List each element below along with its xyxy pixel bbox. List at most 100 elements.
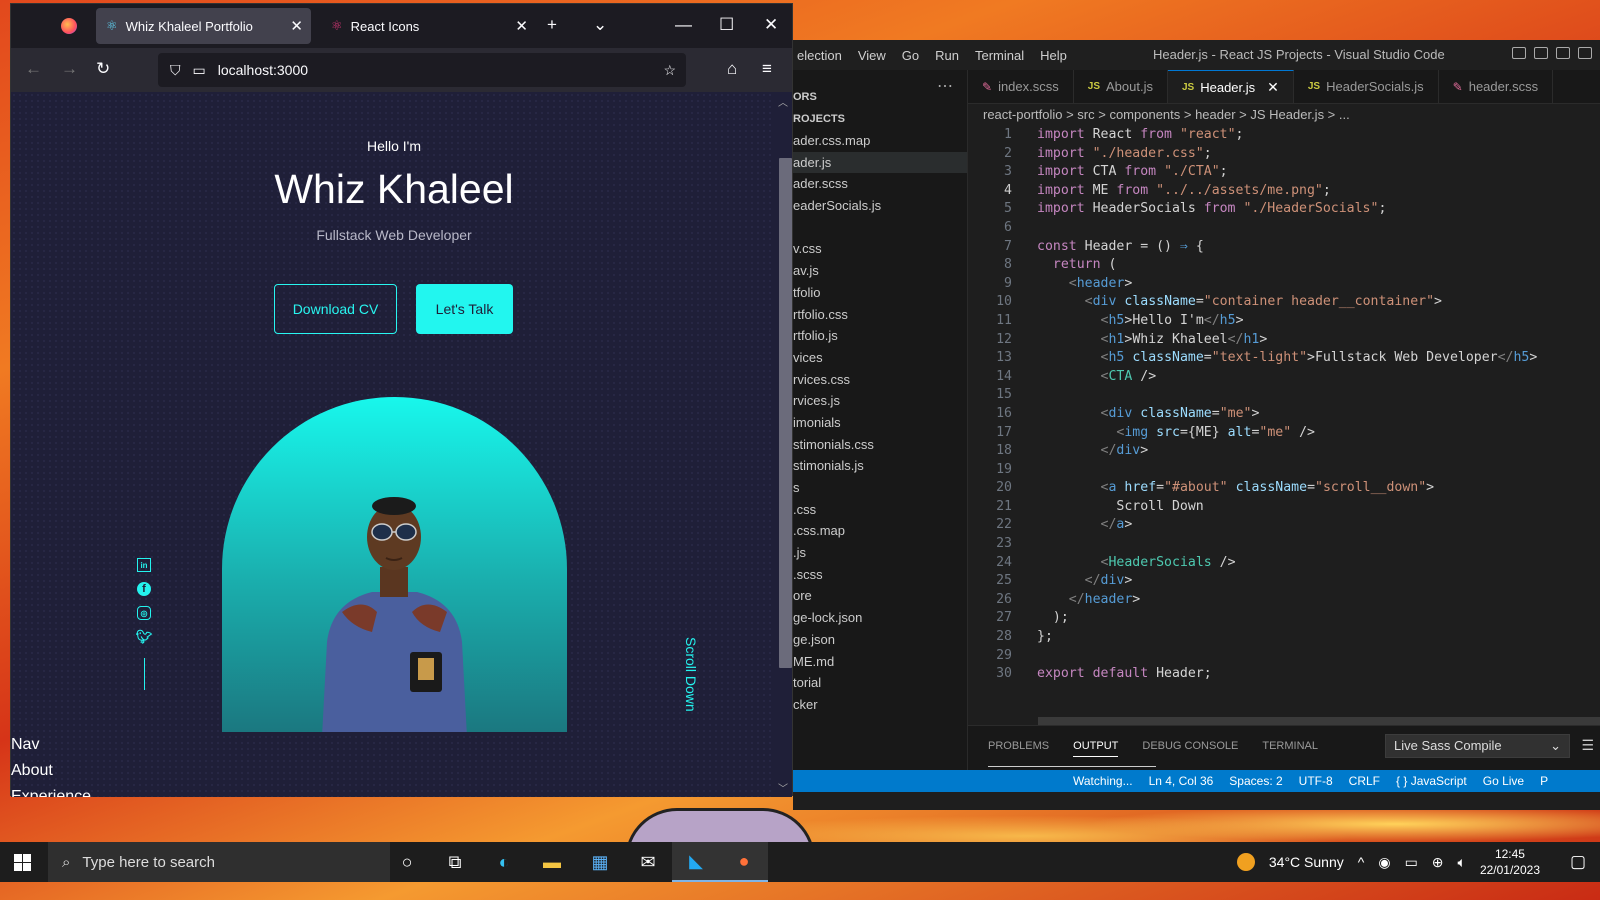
file-tree-item[interactable]: stimonials.css — [793, 434, 967, 456]
page-scrollbar[interactable]: ︿ ﹀ — [775, 92, 792, 797]
list-tabs-icon[interactable]: ⌄ — [593, 15, 607, 35]
store-icon[interactable]: ▦ — [576, 842, 624, 882]
menu-help[interactable]: Help — [1040, 48, 1067, 63]
code-line[interactable]: 12 <h1>Whiz Khaleel</h1> — [968, 331, 1600, 350]
file-tree-item[interactable] — [793, 217, 967, 239]
code-line[interactable]: 5 import HeaderSocials from "./HeaderSoci… — [968, 200, 1600, 219]
tab-header-scss[interactable]: ✎ header.scss — [1439, 70, 1554, 103]
code-line[interactable]: 29 — [968, 647, 1600, 666]
tab-portfolio[interactable]: ⚛ Whiz Khaleel Portfolio ✕ — [96, 8, 311, 44]
file-tree-item[interactable]: vices — [793, 347, 967, 369]
panel-tab-problems[interactable]: PROBLEMS — [988, 740, 1049, 757]
notification-icon[interactable]: ▢ — [1570, 852, 1586, 872]
code-line[interactable]: 24 <HeaderSocials /> — [968, 554, 1600, 573]
file-tree-item[interactable]: rvices.css — [793, 369, 967, 391]
code-line[interactable]: 4 import ME from "../../assets/me.png"; — [968, 182, 1600, 201]
customize-layout-icon[interactable] — [1578, 47, 1592, 59]
code-line[interactable]: 27 ); — [968, 609, 1600, 628]
lets-talk-button[interactable]: Let's Talk — [416, 284, 513, 334]
status-watching[interactable]: Watching... — [1073, 774, 1133, 788]
output-channel-select[interactable]: Live Sass Compile ⌄ — [1385, 734, 1570, 758]
tab-headersocials-js[interactable]: JS HeaderSocials.js — [1294, 70, 1439, 103]
windows-start-icon[interactable] — [14, 854, 31, 871]
panel-tab-output[interactable]: OUTPUT — [1073, 740, 1119, 757]
file-tree-item[interactable]: rvices.js — [793, 390, 967, 412]
code-line[interactable]: 16 <div className="me"> — [968, 405, 1600, 424]
tab-index-scss[interactable]: ✎ index.scss — [968, 70, 1074, 103]
cortana-icon[interactable]: ○ — [383, 842, 431, 882]
maximize-icon[interactable]: ☐ — [719, 15, 734, 35]
file-tree-item[interactable]: stimonials.js — [793, 455, 967, 477]
close-tab-icon[interactable]: ✕ — [1267, 79, 1279, 96]
code-line[interactable]: 11 <h5>Hello I'm</h5> — [968, 312, 1600, 331]
file-tree-item[interactable]: ge.json — [793, 629, 967, 651]
status-language[interactable]: { } JavaScript — [1396, 774, 1467, 788]
code-line[interactable]: 18 </div> — [968, 442, 1600, 461]
new-tab-icon[interactable]: + — [547, 15, 557, 35]
facebook-icon[interactable]: f — [137, 582, 151, 596]
twitter-icon[interactable]: 🐦︎ — [136, 629, 153, 644]
code-line[interactable]: 9 <header> — [968, 275, 1600, 294]
weather-sun-icon[interactable] — [1236, 853, 1255, 871]
forward-icon[interactable]: → — [61, 59, 78, 79]
tab-header-js[interactable]: JS Header.js ✕ — [1167, 70, 1294, 103]
mail-icon[interactable]: ✉ — [624, 842, 672, 882]
linkedin-icon[interactable]: in — [137, 558, 151, 572]
scroll-thumb[interactable] — [779, 158, 792, 668]
panel-menu-icon[interactable]: ☰ — [1581, 737, 1594, 754]
status-cursor-position[interactable]: Ln 4, Col 36 — [1149, 774, 1214, 788]
taskbar-search-box[interactable]: ⌕ Type here to search — [48, 842, 390, 882]
toggle-secondary-sidebar-icon[interactable] — [1556, 47, 1570, 59]
file-tree-item[interactable]: ge-lock.json — [793, 607, 967, 629]
file-tree-item[interactable]: v.css — [793, 238, 967, 260]
url-text[interactable]: localhost:3000 — [218, 62, 308, 78]
menu-view[interactable]: View — [858, 48, 886, 63]
status-eol[interactable]: CRLF — [1349, 774, 1380, 788]
nav-item-nav[interactable]: Nav — [11, 732, 91, 758]
shield-icon[interactable]: ⛉ — [170, 62, 181, 79]
minimize-icon[interactable]: — — [675, 15, 692, 35]
scroll-down-icon[interactable]: ﹀ — [778, 780, 788, 795]
network-icon[interactable]: ⊕ — [1432, 854, 1444, 871]
file-tree-item[interactable]: .css — [793, 499, 967, 521]
code-line[interactable]: 23 — [968, 535, 1600, 554]
file-tree-item[interactable]: .scss — [793, 564, 967, 586]
close-tab-icon[interactable]: ✕ — [290, 17, 303, 35]
url-bar[interactable]: ⛉ ▭ localhost:3000 ☆ — [158, 53, 686, 87]
code-editor[interactable]: 1 import React from "react"; 2 import "./he… — [968, 126, 1600, 725]
file-tree-item[interactable]: rtfolio.css — [793, 304, 967, 326]
scroll-up-icon[interactable]: ︿ — [778, 94, 788, 109]
file-tree-item[interactable]: s — [793, 477, 967, 499]
pocket-icon[interactable]: ⌂ — [727, 59, 737, 79]
chevron-up-icon[interactable]: ^ — [1358, 854, 1365, 870]
file-tree-item[interactable]: ore — [793, 585, 967, 607]
code-line[interactable]: 14 <CTA /> — [968, 368, 1600, 387]
toggle-sidebar-icon[interactable] — [1512, 47, 1526, 59]
code-line[interactable]: 28}; — [968, 628, 1600, 647]
app-menu-icon[interactable]: ≡ — [762, 59, 772, 79]
tab-react-icons[interactable]: ⚛ React Icons ✕ — [321, 8, 536, 44]
menu-terminal[interactable]: Terminal — [975, 48, 1024, 63]
meet-now-icon[interactable]: ◉ — [1378, 854, 1390, 871]
code-line[interactable]: 13 <h5 className="text-light">Fullstack … — [968, 349, 1600, 368]
code-line[interactable]: 20 <a href="#about" className="scroll__d… — [968, 479, 1600, 498]
code-line[interactable]: 1 import React from "react"; — [968, 126, 1600, 145]
code-line[interactable]: 22 </a> — [968, 516, 1600, 535]
projects-header[interactable]: ROJECTS — [793, 110, 967, 130]
code-line[interactable]: 10 <div className="container header__con… — [968, 293, 1600, 312]
code-line[interactable]: 17 <img src={ME} alt="me" /> — [968, 424, 1600, 443]
nav-item-about[interactable]: About — [11, 758, 91, 784]
menu-selection[interactable]: election — [797, 48, 842, 63]
menu-run[interactable]: Run — [935, 48, 959, 63]
back-icon[interactable]: ← — [25, 59, 42, 79]
status-encoding[interactable]: UTF-8 — [1299, 774, 1333, 788]
close-window-icon[interactable]: ✕ — [764, 15, 778, 35]
code-line[interactable]: 26 </header> — [968, 591, 1600, 610]
tab-about-js[interactable]: JS About.js — [1074, 70, 1168, 103]
battery-icon[interactable]: ▭ — [1405, 854, 1418, 871]
menu-go[interactable]: Go — [902, 48, 919, 63]
scroll-down-link[interactable]: Scroll Down — [683, 637, 699, 712]
code-line[interactable]: 7 const Header = () ⇒ { — [968, 238, 1600, 257]
file-tree-item[interactable]: ME.md — [793, 651, 967, 673]
file-tree-item[interactable]: rtfolio.js — [793, 325, 967, 347]
